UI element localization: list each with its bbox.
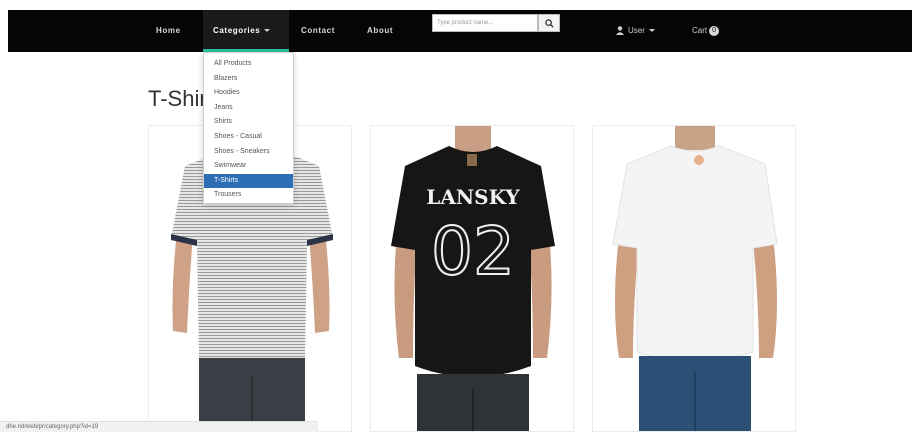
nav-home[interactable]: Home [156,10,181,52]
nav-about[interactable]: About [367,10,393,52]
dropdown-item-shoes-casual[interactable]: Shoes - Casual [204,130,293,145]
dropdown-item-t-shirts[interactable]: T-Shirts [204,173,293,189]
cart-count-badge: 0 [709,25,720,36]
dropdown-item-hoodies[interactable]: Hoodies [204,86,293,101]
jersey-name-text: LANSKY [426,185,520,209]
user-menu[interactable]: User [616,10,655,52]
nav-categories-label: Categories [213,26,261,35]
search-button[interactable] [538,14,560,32]
dropdown-item-shoes-sneakers[interactable]: Shoes - Sneakers [204,145,293,160]
user-label: User [628,26,645,35]
user-icon [616,26,624,36]
dropdown-item-shirts[interactable]: Shirts [204,115,293,130]
dropdown-item-all-products[interactable]: All Products [204,57,293,72]
top-navbar: Home Categories Contact About Type produ… [8,10,912,52]
caret-down-icon [264,29,271,33]
nav-categories[interactable]: Categories [203,10,289,52]
cart-label: Cart [692,26,708,35]
search-input[interactable]: Type product name... [432,14,538,32]
jersey-number-text: 02 [431,213,515,290]
product-image[interactable] [593,126,796,432]
product-card[interactable] [592,125,796,432]
product-card[interactable]: LANSKY 02 [370,125,574,432]
dropdown-item-swimwear[interactable]: Swimwear [204,159,293,174]
dropdown-item-blazers[interactable]: Blazers [204,72,293,87]
categories-dropdown: All Products Blazers Hoodies Jeans Shirt… [203,52,294,204]
search-icon [544,19,554,28]
user-caret-icon [648,29,655,33]
cart-link[interactable]: Cart 0 [692,10,720,52]
dropdown-item-jeans[interactable]: Jeans [204,101,293,116]
product-image[interactable]: LANSKY 02 [371,126,574,432]
nav-contact[interactable]: Contact [301,10,335,52]
browser-status-bar: dhe.nd/web/pr/category.php?id=19 [0,421,318,432]
dropdown-item-trousers[interactable]: Trousers [204,188,293,203]
